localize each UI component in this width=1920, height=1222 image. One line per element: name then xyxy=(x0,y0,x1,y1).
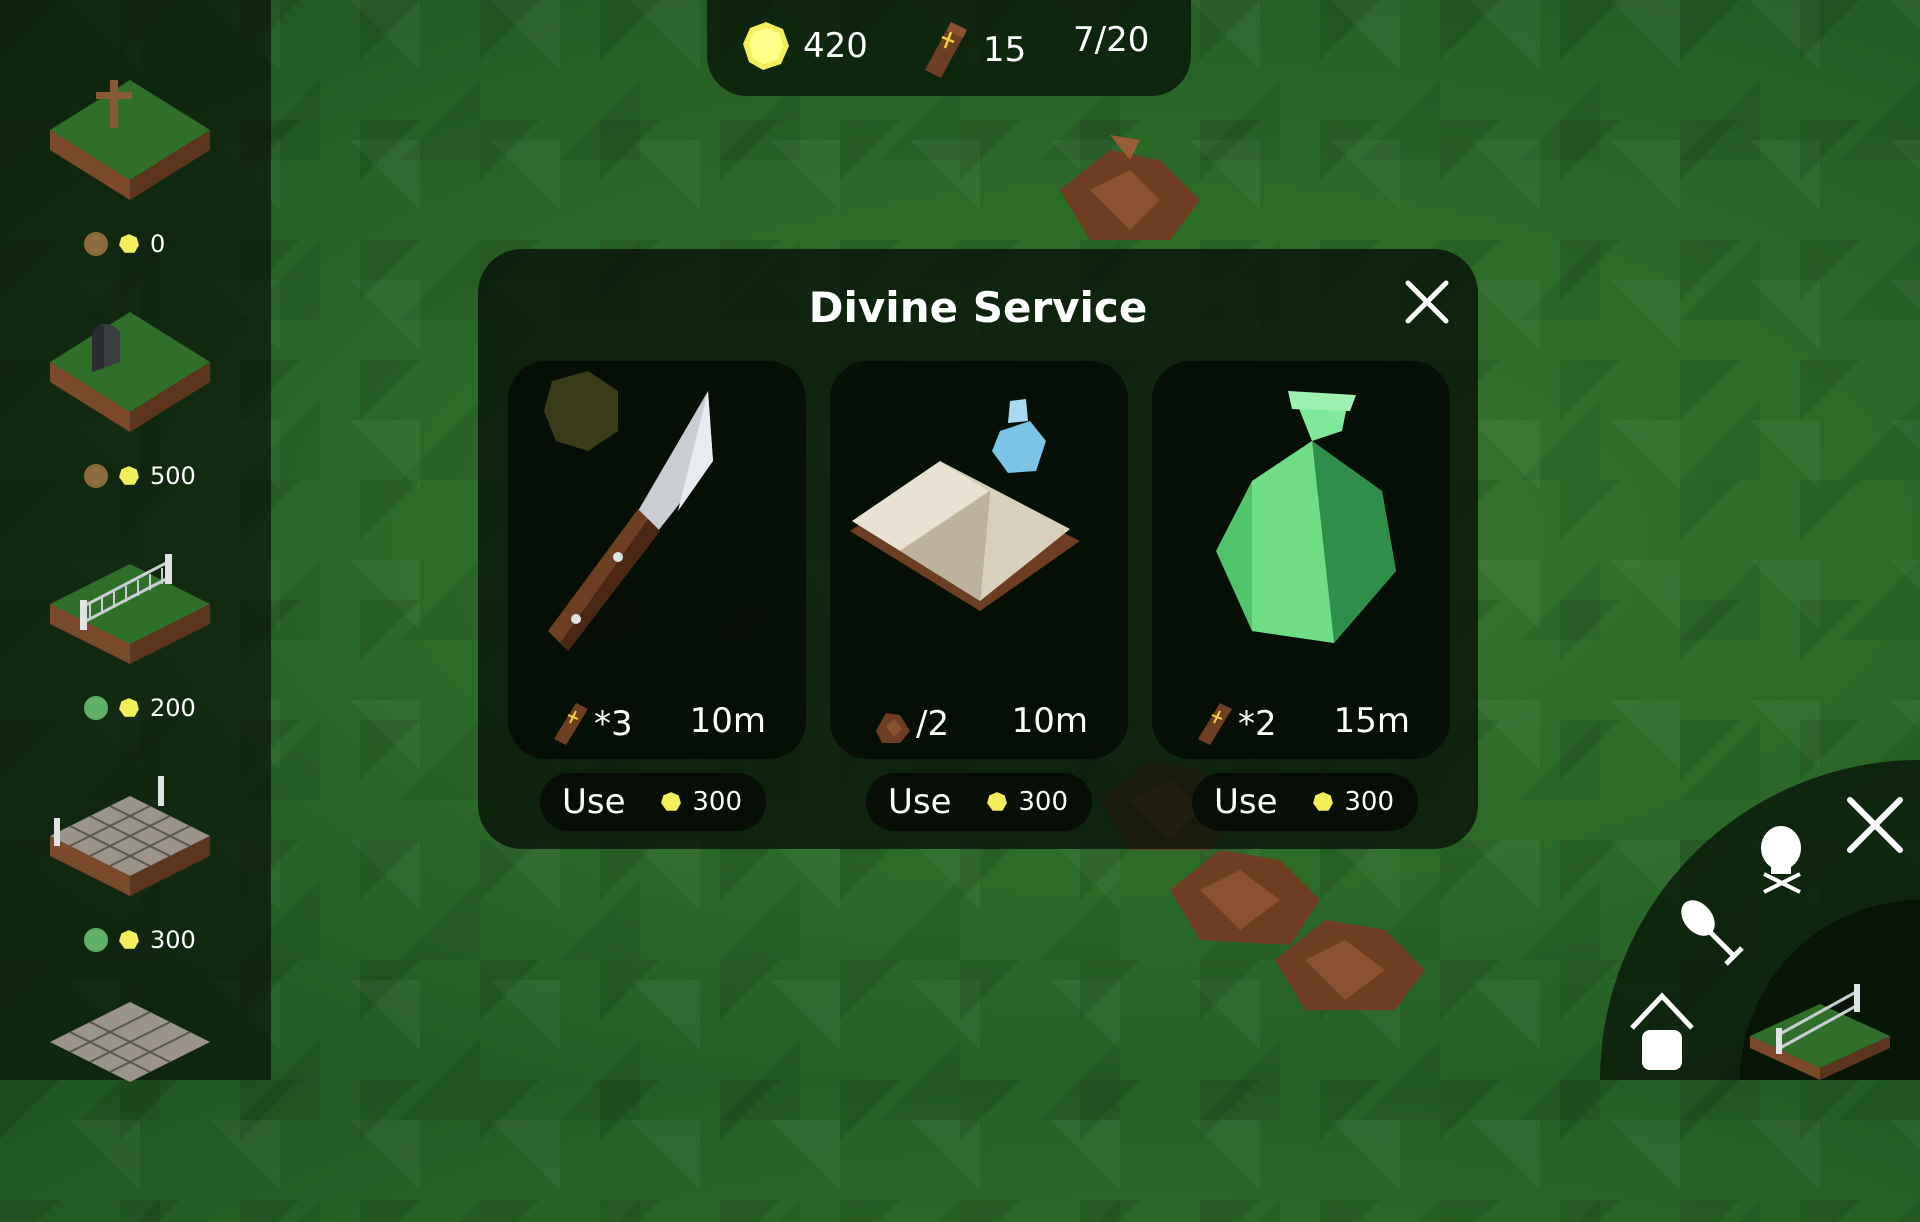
coffin-icon xyxy=(925,22,967,78)
shop-item-price: 500 xyxy=(150,462,196,490)
duration: 10m xyxy=(689,701,766,741)
use-button-label: Use xyxy=(1214,782,1278,822)
green-potion-icon xyxy=(1216,391,1396,643)
cost-value: *2 xyxy=(1238,704,1277,744)
shop-item-price: 200 xyxy=(150,694,196,722)
use-button[interactable]: Use 300 xyxy=(540,773,766,831)
coin-icon xyxy=(119,466,139,485)
capacity-value: 7/20 xyxy=(1073,20,1150,60)
coin-counter: 420 xyxy=(741,20,868,72)
use-price: 300 xyxy=(692,787,742,817)
duration: 15m xyxy=(1333,701,1410,741)
coffin-cost: *3 xyxy=(550,701,633,747)
coin-icon xyxy=(987,792,1008,811)
dirt-mound xyxy=(1275,920,1425,1010)
service-card-knife[interactable]: *3 10m xyxy=(508,361,806,759)
coin-icon xyxy=(119,930,139,949)
status-dot xyxy=(84,464,108,488)
resource-bar: 420 15 7/20 xyxy=(707,0,1191,96)
use-price: 300 xyxy=(1344,787,1394,817)
coin-icon xyxy=(743,22,789,70)
shop-item-cross-grave[interactable]: 0 xyxy=(0,70,271,300)
coin-count: 420 xyxy=(803,26,868,66)
stone-path-tile-icon xyxy=(50,1002,210,1082)
coffin-counter: 15 xyxy=(921,20,1026,80)
tombstone-tile-icon xyxy=(50,312,210,432)
shop-item-stone-path-fenced[interactable]: 300 xyxy=(0,766,271,996)
knife-icon xyxy=(544,371,713,651)
dialog-title: Divine Service xyxy=(808,283,1148,332)
status-dot xyxy=(84,232,108,256)
cost-value: *3 xyxy=(594,704,633,744)
build-sidebar: 0 500 200 300 xyxy=(0,0,271,1082)
coin-icon xyxy=(119,698,139,717)
dirt-pile-icon xyxy=(876,713,910,743)
status-dot xyxy=(84,928,108,952)
shop-item-fence[interactable]: 200 xyxy=(0,534,271,764)
coffin-icon xyxy=(554,703,588,745)
use-button-label: Use xyxy=(562,782,626,822)
use-button-label: Use xyxy=(888,782,952,822)
coin-icon xyxy=(119,234,139,253)
use-button[interactable]: Use 300 xyxy=(1192,773,1418,831)
shop-item-stone-path[interactable] xyxy=(0,992,271,1222)
duration: 10m xyxy=(1011,701,1088,741)
status-dot xyxy=(84,696,108,720)
shop-item-tombstone[interactable]: 500 xyxy=(0,302,271,532)
divine-service-dialog: Divine Service *3 10m Use 300 /2 10m Use… xyxy=(478,249,1478,849)
capacity-counter: 7/20 xyxy=(1073,20,1149,60)
service-card-potion[interactable]: *2 15m xyxy=(1152,361,1450,759)
shop-item-price: 300 xyxy=(150,926,196,954)
close-icon[interactable] xyxy=(1404,279,1450,325)
shop-item-price: 0 xyxy=(150,230,166,258)
cross-grave-tile-icon xyxy=(50,80,210,200)
coffin-icon xyxy=(1198,703,1232,745)
coffin-cost: *2 xyxy=(1194,701,1277,747)
coffin-count: 15 xyxy=(983,30,1027,70)
stone-path-fenced-tile-icon xyxy=(50,776,210,896)
coin-icon xyxy=(661,792,682,811)
service-card-book[interactable]: /2 10m xyxy=(830,361,1128,759)
dirt-mound xyxy=(1060,135,1200,240)
fence-tile-icon xyxy=(50,554,210,664)
dirt-cost: /2 xyxy=(872,701,949,747)
coin-icon xyxy=(1313,792,1334,811)
use-button[interactable]: Use 300 xyxy=(866,773,1092,831)
radial-menu xyxy=(1600,760,1920,1080)
book-and-potion-icon xyxy=(850,399,1080,611)
cost-value: /2 xyxy=(916,704,950,744)
use-price: 300 xyxy=(1018,787,1068,817)
